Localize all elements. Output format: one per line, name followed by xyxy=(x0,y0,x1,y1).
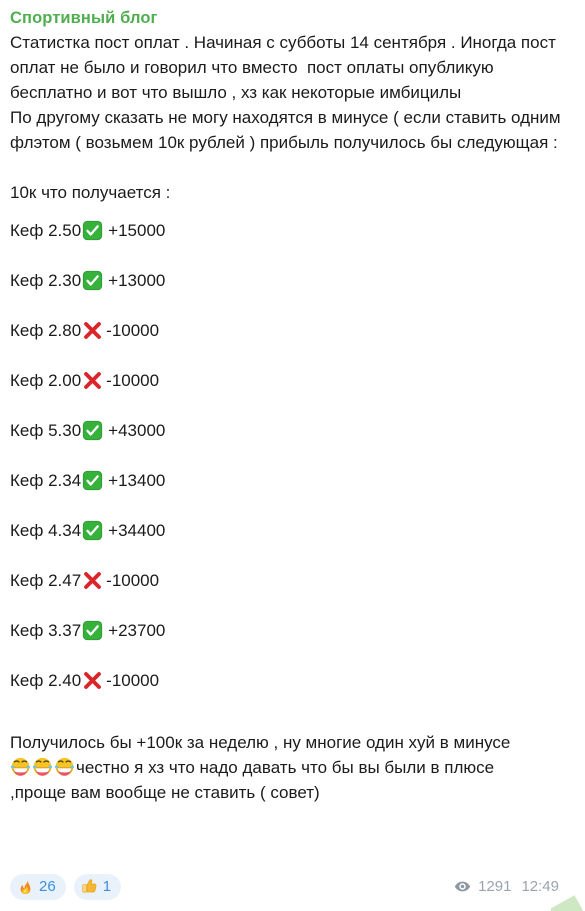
bet-row: Кеф 2.40 -10000 xyxy=(10,655,575,705)
reaction-count: 26 xyxy=(39,878,56,895)
message-paragraph-2: По другому сказать не могу находятся в м… xyxy=(10,108,566,152)
bet-amount: -10000 xyxy=(106,570,160,590)
message-footer: 26 1 1291 12:49 xyxy=(0,862,585,911)
view-count: 1291 xyxy=(478,878,512,895)
reaction-fire[interactable]: 26 xyxy=(10,873,66,900)
channel-title[interactable]: Спортивный блог xyxy=(10,7,575,29)
bet-coefficient: Кеф 2.47 xyxy=(10,570,82,590)
bet-coefficient: Кеф 2.80 xyxy=(10,320,82,340)
bet-amount: +13400 xyxy=(108,470,166,490)
white-check-mark-icon xyxy=(82,420,103,441)
bet-row: Кеф 2.80 -10000 xyxy=(10,305,575,355)
cross-mark-icon xyxy=(82,670,103,691)
rolling-on-the-floor-laughing-icon xyxy=(54,756,75,777)
closing-line-1: Получилось бы +100к за неделю , ну многи… xyxy=(10,733,511,752)
white-check-mark-icon xyxy=(82,220,103,241)
closing-paragraph: Получилось бы +100к за неделю , ну многи… xyxy=(10,730,575,805)
bet-amount: -10000 xyxy=(106,670,160,690)
message-meta: 1291 12:49 xyxy=(454,878,573,895)
rolling-on-the-floor-laughing-icon xyxy=(32,756,53,777)
bet-row: Кеф 2.34 +13400 xyxy=(10,455,575,505)
fire-icon xyxy=(17,878,34,895)
bet-results-list: Кеф 2.50 +15000 Кеф 2.30 +13000 Кеф 2.80 -100… xyxy=(10,205,575,705)
bet-coefficient: Кеф 5.30 xyxy=(10,420,82,440)
thumbs-up-icon xyxy=(81,878,98,895)
cross-mark-icon xyxy=(82,570,103,591)
reaction-thumbs-up[interactable]: 1 xyxy=(73,873,122,900)
reaction-count: 1 xyxy=(102,878,112,895)
bet-coefficient: Кеф 2.50 xyxy=(10,220,82,240)
rolling-on-the-floor-laughing-icon xyxy=(10,756,31,777)
closing-line-3: ,проще вам вообще не ставить ( совет) xyxy=(10,783,320,802)
bet-amount: +34400 xyxy=(108,520,166,540)
reactions-bar: 26 1 xyxy=(10,873,122,900)
bet-coefficient: Кеф 2.30 xyxy=(10,270,82,290)
cross-mark-icon xyxy=(82,320,103,341)
bet-coefficient: Кеф 3.37 xyxy=(10,620,82,640)
bet-coefficient: Кеф 2.40 xyxy=(10,670,82,690)
closing-line-2: честно я хз что надо давать что бы вы бы… xyxy=(76,758,495,777)
bet-amount: -10000 xyxy=(106,370,160,390)
eye-icon xyxy=(454,878,471,895)
bet-amount: -10000 xyxy=(106,320,160,340)
bet-coefficient: Кеф 2.00 xyxy=(10,370,82,390)
bet-row: Кеф 3.37 +23700 xyxy=(10,605,575,655)
bet-amount: +13000 xyxy=(108,270,166,290)
bet-coefficient: Кеф 2.34 xyxy=(10,470,82,490)
laughing-emoji-group xyxy=(10,756,76,777)
message-time: 12:49 xyxy=(521,878,559,895)
bet-row: Кеф 4.34 +34400 xyxy=(10,505,575,555)
bet-row: Кеф 5.30 +43000 xyxy=(10,405,575,455)
bet-amount: +15000 xyxy=(108,220,166,240)
message-paragraph-1: Статистка пост оплат . Начиная с субботы… xyxy=(10,33,561,102)
telegram-message: Спортивный блог Статистка пост оплат . Н… xyxy=(0,0,585,911)
bet-amount: +43000 xyxy=(108,420,166,440)
bet-row: Кеф 2.47 -10000 xyxy=(10,555,575,605)
white-check-mark-icon xyxy=(82,470,103,491)
bet-coefficient: Кеф 4.34 xyxy=(10,520,82,540)
white-check-mark-icon xyxy=(82,620,103,641)
bet-row: Кеф 2.50 +15000 xyxy=(10,205,575,255)
message-paragraph-3: 10к что получается : xyxy=(10,183,171,202)
bet-amount: +23700 xyxy=(108,620,166,640)
white-check-mark-icon xyxy=(82,520,103,541)
white-check-mark-icon xyxy=(82,270,103,291)
cross-mark-icon xyxy=(82,370,103,391)
bet-row: Кеф 2.00 -10000 xyxy=(10,355,575,405)
bet-row: Кеф 2.30 +13000 xyxy=(10,255,575,305)
